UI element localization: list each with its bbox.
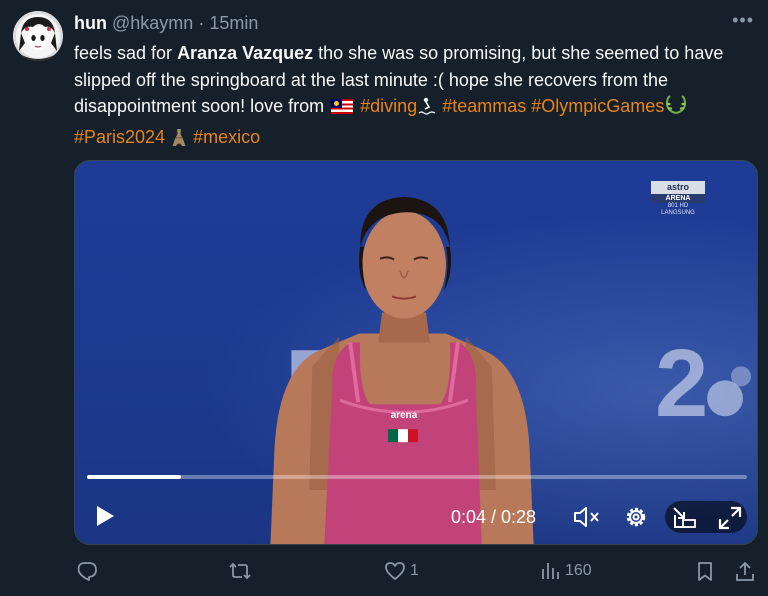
reply-button[interactable] (76, 560, 98, 582)
eiffel-tower-icon (170, 125, 188, 155)
malaysia-flag-icon (331, 99, 354, 115)
bookmark-button[interactable] (694, 560, 716, 582)
picture-in-picture-button[interactable] (671, 505, 699, 536)
post-header: hun @hkaymn · 15min (74, 12, 258, 34)
hashtag-paris2024[interactable]: #Paris2024 (74, 127, 165, 147)
user-handle[interactable]: @hkaymn (112, 13, 193, 33)
gear-icon (626, 507, 646, 527)
heart-icon (385, 562, 405, 580)
diving-person-icon (417, 96, 437, 124)
views-count: 160 (565, 562, 592, 579)
views-button[interactable]: 160 (539, 560, 592, 582)
separator-dot: · (198, 13, 205, 33)
hashtag-mexico[interactable]: #mexico (193, 127, 260, 147)
repost-button[interactable] (228, 560, 252, 582)
fullscreen-icon (718, 506, 742, 530)
play-icon (97, 506, 114, 526)
like-button[interactable]: 1 (384, 560, 419, 582)
post-text: feels sad for Aranza Vazquez tho she was… (74, 40, 764, 154)
watermark-logo: astro (651, 181, 705, 194)
diver-figure: arena (270, 196, 751, 544)
volume-muted-icon (574, 507, 599, 527)
share-button[interactable] (734, 560, 756, 582)
post-actions: 1 160 (74, 560, 758, 590)
hashtag-diving[interactable]: #diving (360, 96, 417, 116)
picture-in-picture-icon (673, 507, 696, 528)
mentioned-name: Aranza Vazquez (177, 43, 314, 63)
mute-button[interactable] (573, 505, 601, 534)
settings-button[interactable] (623, 504, 649, 535)
post-text-part-1: feels sad for (74, 43, 178, 63)
repost-icon (229, 562, 251, 580)
swimsuit-logo: arena (391, 410, 418, 421)
post-timestamp[interactable]: 15min (209, 13, 258, 33)
watermark-sub: ARENA (651, 194, 705, 203)
video-time: 0:04 / 0:28 (451, 507, 537, 527)
views-icon (542, 563, 559, 579)
watermark-line-1: 801 HD (667, 203, 689, 209)
avatar-image (13, 11, 63, 61)
hashtag-olympicgames[interactable]: #OlympicGames (531, 96, 664, 116)
video-player[interactable]: RIS 2 arena astro (74, 160, 758, 545)
like-count: 1 (410, 562, 419, 579)
avatar[interactable] (13, 11, 63, 61)
reply-icon (77, 562, 97, 581)
video-progress-bar[interactable] (87, 475, 747, 479)
watermark-line-2: LANGSUNG (661, 210, 695, 216)
more-options-icon[interactable]: ••• (732, 10, 754, 31)
post[interactable]: hun @hkaymn · 15min ••• feels sad for Ar… (0, 0, 768, 596)
fullscreen-button[interactable] (717, 505, 743, 536)
hashtag-teammas[interactable]: #teammas (442, 96, 526, 116)
channel-watermark: astro ARENA 801 HD LANGSUNG (651, 181, 705, 217)
share-icon (736, 561, 754, 581)
laurel-wreath-icon (664, 94, 688, 124)
bookmark-icon (698, 562, 712, 581)
video-progress-fill (87, 475, 182, 479)
display-name[interactable]: hun (74, 13, 107, 33)
play-button[interactable] (95, 505, 115, 532)
